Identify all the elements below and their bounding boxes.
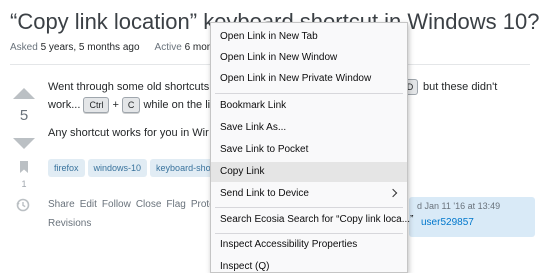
menu-open-link-new-tab[interactable]: Open Link in New Tab [211,27,407,47]
menu-send-link-label: Send Link to Device [220,188,309,199]
question-meta: Asked 5 years, 5 months ago Active 6 mon… [10,42,221,53]
post-body-line-1: Went through some old shortcuts [48,81,210,93]
user-name-link[interactable]: user529857 [421,217,474,228]
asked-label: Asked [10,42,38,53]
edit-link[interactable]: Edit [80,199,97,210]
upvote-arrow-icon[interactable] [13,88,35,99]
menu-inspect[interactable]: Inspect (Q) [211,257,407,273]
asked-value: 5 years, 5 months ago [40,42,140,53]
follow-link[interactable]: Follow [102,199,131,210]
line2-prefix: work... [48,99,81,111]
active-label: Active [154,42,182,53]
menu-separator [215,233,403,234]
menu-separator [215,207,403,208]
tag-firefox[interactable]: firefox [48,159,85,177]
user-card: d Jan 11 '16 at 13:49 user529857 [409,197,535,237]
menu-open-link-new-window[interactable]: Open Link in New Window [211,48,407,68]
menu-save-link-to-pocket[interactable]: Save Link to Pocket [211,140,407,160]
close-link[interactable]: Close [136,199,162,210]
menu-send-link-to-device[interactable]: Send Link to Device [211,184,407,204]
history-icon[interactable] [16,198,30,212]
share-link[interactable]: Share [48,199,75,210]
revisions-link[interactable]: Revisions [48,218,91,229]
kbd-c: C [121,97,141,114]
flag-link[interactable]: Flag [166,199,185,210]
post-body-line-2: work... Ctrl + C while on the lin [48,96,216,114]
menu-bookmark-link[interactable]: Bookmark Link [211,96,407,116]
bookmark-icon[interactable] [19,161,29,173]
menu-copy-link[interactable]: Copy Link [211,162,407,182]
menu-save-link-as[interactable]: Save Link As... [211,118,407,138]
menu-search-ecosia[interactable]: Search Ecosia Search for “Copy link loca… [211,210,413,230]
menu-inspect-accessibility[interactable]: Inspect Accessibility Properties [211,235,407,255]
downvote-arrow-icon[interactable] [13,138,35,149]
tag-list: firefox windows-10 keyboard-shor [48,158,223,177]
tag-windows-10[interactable]: windows-10 [87,159,148,177]
menu-open-link-private-window[interactable]: Open Link in New Private Window [211,69,407,89]
kbd-plus: + [112,99,119,111]
post-body-line-1-end: but these didn't [423,81,498,93]
menu-separator [215,93,403,94]
kbd-ctrl: Ctrl [83,97,110,114]
vote-count: 5 [19,107,29,124]
context-menu: Open Link in New Tab Open Link in New Wi… [210,22,413,273]
bookmark-count: 1 [21,179,27,189]
stackexchange-question-page: “Copy link location” keyboard shortcut i… [0,0,540,273]
user-card-date[interactable]: d Jan 11 '16 at 13:49 [417,201,500,211]
chevron-right-icon [388,188,398,198]
post-actions: Share Edit Follow Close Flag Protec [48,199,225,210]
post-body-line-3: Any shortcut works for you in Wir [48,127,209,139]
line2-suffix: while on the lin [143,99,217,111]
